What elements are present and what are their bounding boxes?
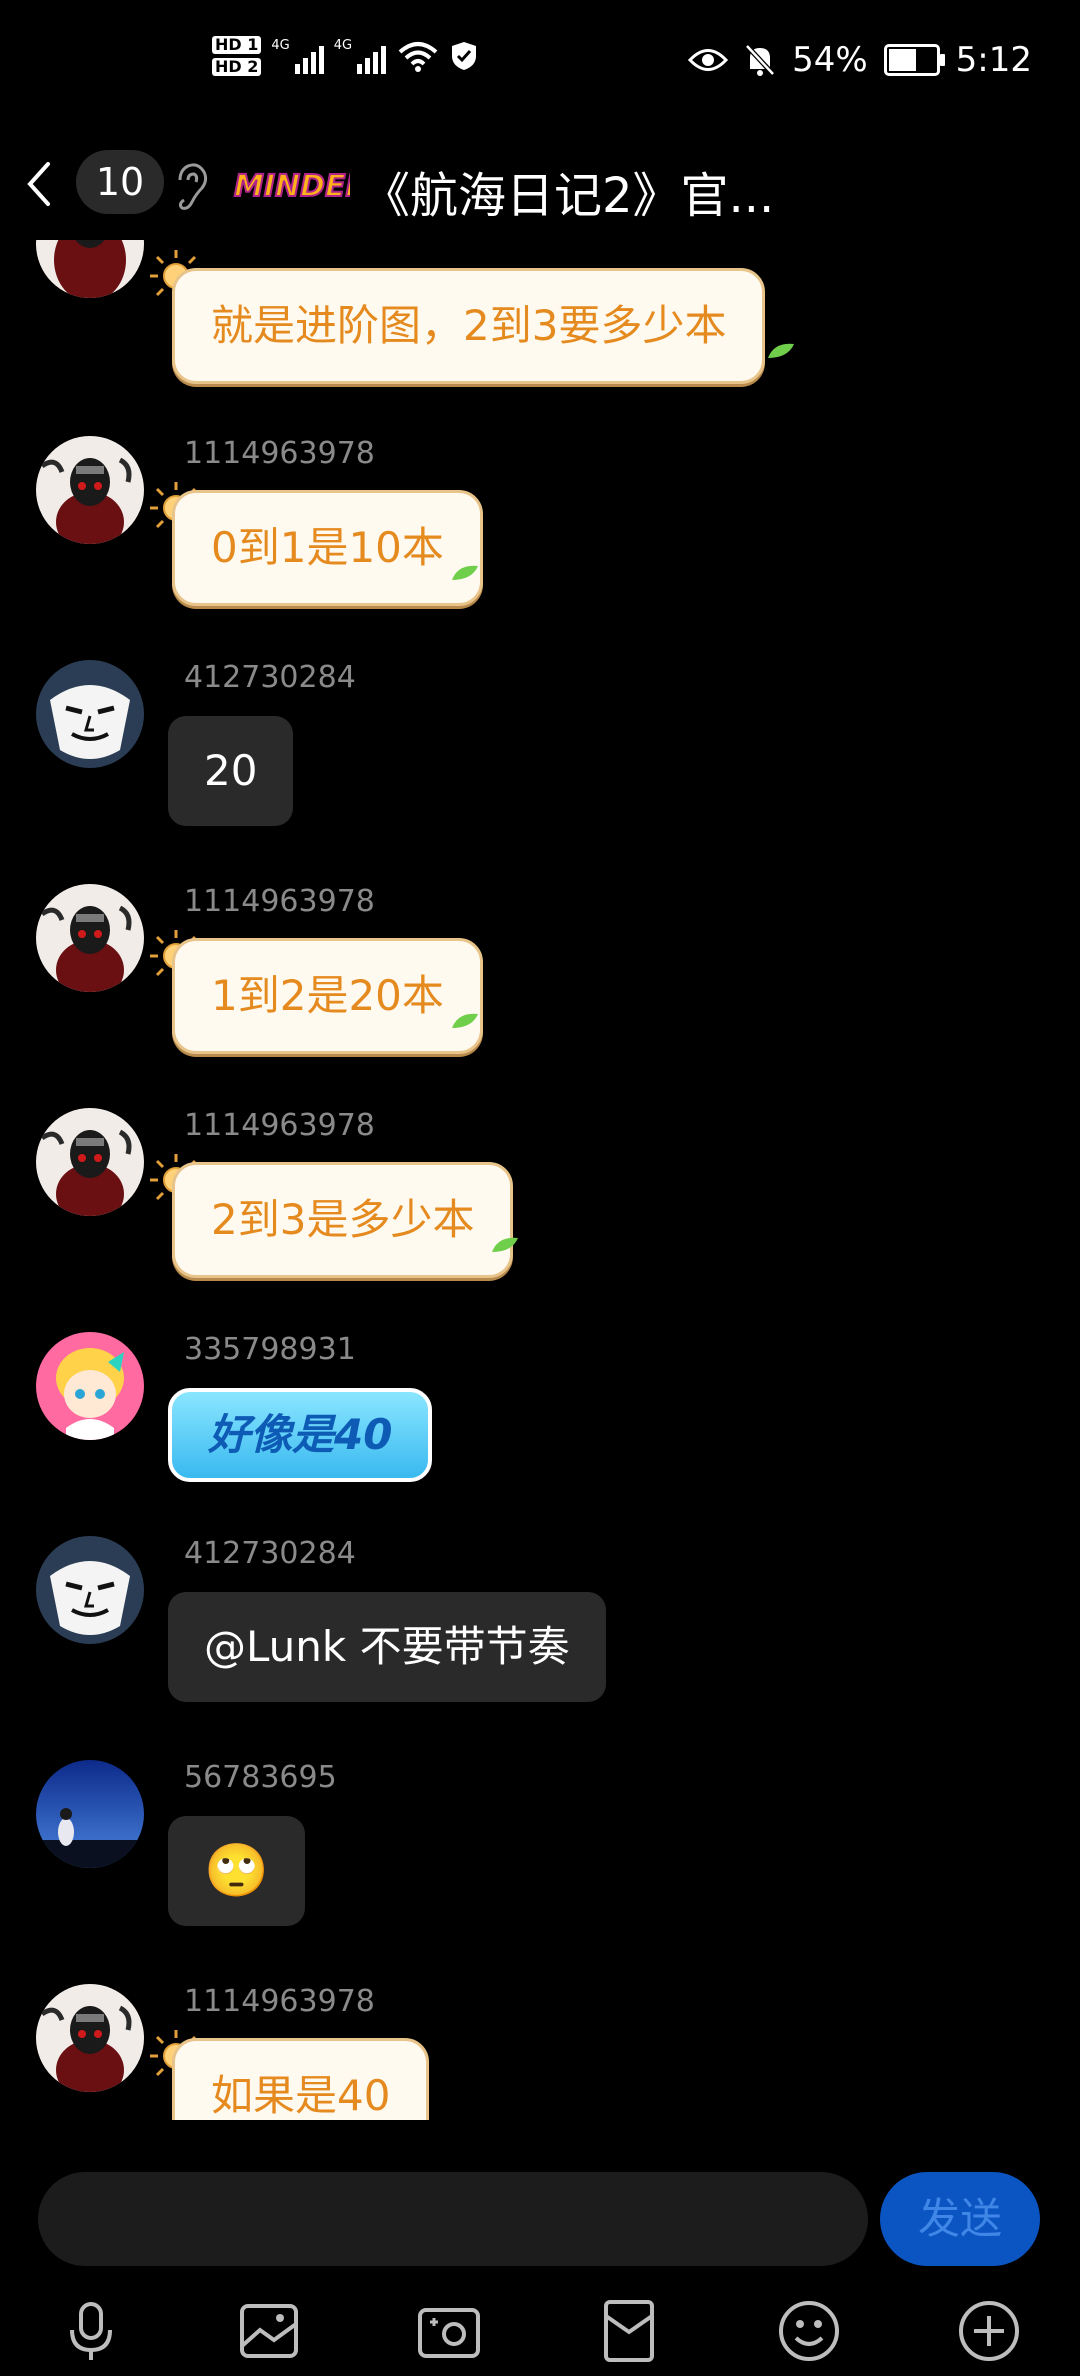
message-bubble[interactable]: 好像是40 [168, 1388, 433, 1482]
battery-percent: 54% [792, 40, 868, 80]
avatar[interactable] [36, 660, 144, 768]
status-bar: HD 1 HD 2 4G 4G 54% 5:12 [0, 0, 1080, 130]
hd2-badge: HD 2 [212, 58, 262, 76]
status-right: 54% 5:12 [688, 40, 1032, 80]
leaf-decoration-icon [452, 1013, 478, 1028]
message-bubble[interactable]: 20 [168, 716, 294, 826]
wifi-icon [398, 42, 438, 72]
sender-name[interactable]: 1114963978 [184, 1984, 375, 2019]
eye-icon [688, 49, 729, 71]
sender-name[interactable]: 1114963978 [184, 1108, 375, 1143]
leaf-decoration-icon [452, 565, 478, 580]
sender-name[interactable]: 335798931 [184, 1332, 356, 1367]
mute-bell-icon [745, 44, 775, 76]
chat-title[interactable]: 《航海日记2》官... [362, 156, 774, 226]
message-input[interactable] [38, 2172, 868, 2266]
red-packet-icon[interactable] [594, 2296, 664, 2366]
network-type-1: 4G [271, 38, 290, 53]
avatar[interactable] [36, 1332, 144, 1440]
message-bubble[interactable]: 如果是40 [172, 2038, 430, 2120]
battery-icon [883, 44, 945, 76]
sender-name[interactable]: 412730284 [184, 660, 356, 695]
emoji-icon[interactable] [774, 2296, 844, 2366]
avatar[interactable] [36, 1984, 144, 2092]
camera-icon[interactable] [414, 2296, 484, 2366]
sender-name[interactable]: 56783695 [184, 1760, 337, 1795]
message-bubble[interactable]: 0到1是10本 [172, 490, 483, 606]
clock: 5:12 [955, 40, 1032, 80]
network-type-2: 4G [333, 38, 353, 53]
message-bubble[interactable]: @Lunk 不要带节奏 [168, 1592, 606, 1702]
leaf-decoration-icon [768, 343, 794, 358]
chat-header: 10 MINDED 《航海日记2》官... [0, 140, 1080, 230]
send-button[interactable]: 发送 [880, 2172, 1040, 2266]
shield-icon [452, 42, 477, 70]
sender-name[interactable]: 1114963978 [184, 884, 375, 919]
signal-2-icon: 4G [333, 38, 387, 74]
earpiece-mode-icon[interactable] [172, 160, 212, 212]
plus-icon[interactable] [954, 2296, 1024, 2366]
leaf-decoration-icon [492, 1237, 518, 1252]
avatar[interactable] [36, 1536, 144, 1644]
message-bubble[interactable]: 2到3是多少本 [172, 1162, 514, 1278]
message-bubble[interactable]: 🙄 [168, 1816, 305, 1926]
avatar[interactable] [36, 1760, 144, 1868]
microphone-icon[interactable] [56, 2296, 126, 2366]
avatar[interactable] [36, 884, 144, 992]
sender-name[interactable]: 412730284 [184, 1536, 356, 1571]
hd-indicator: HD 1 HD 2 [212, 36, 262, 76]
avatar[interactable] [36, 436, 144, 544]
message-list[interactable]: 就是进阶图，2到3要多少本 1114963978 0到1是10本 4127302… [0, 240, 1080, 2120]
logo-text: MINDED [234, 169, 350, 204]
message-bubble[interactable]: 就是进阶图，2到3要多少本 [172, 268, 766, 384]
unread-count-badge[interactable]: 10 [76, 150, 164, 214]
signal-1-icon: 4G [271, 38, 324, 74]
message-bubble[interactable]: 1到2是20本 [172, 938, 483, 1054]
back-arrow-icon[interactable] [12, 154, 72, 214]
image-icon[interactable] [234, 2296, 304, 2366]
group-logo: MINDED [233, 168, 350, 205]
status-left: HD 1 HD 2 4G 4G [212, 36, 478, 76]
input-toolbar [0, 2284, 1080, 2376]
avatar[interactable] [36, 240, 144, 298]
sender-name[interactable]: 1114963978 [184, 436, 375, 471]
hd1-badge: HD 1 [212, 36, 262, 54]
avatar[interactable] [36, 1108, 144, 1216]
